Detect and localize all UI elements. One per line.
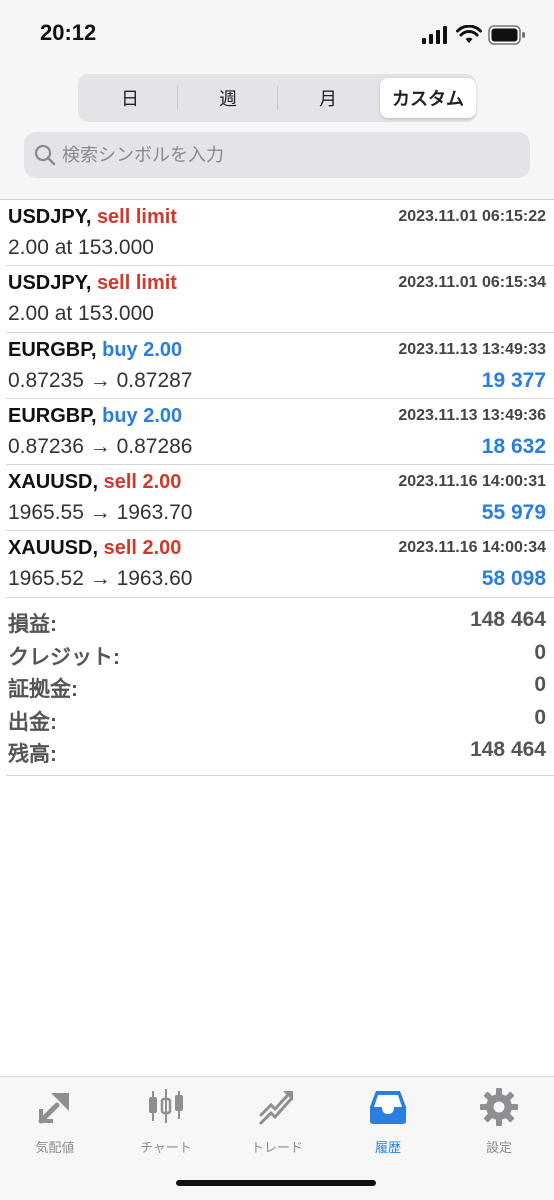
tab-trade[interactable]: トレード: [222, 1087, 332, 1155]
order-profit: 58 098: [481, 567, 546, 591]
order-profit: 55 979: [481, 501, 546, 525]
order-date: 2023.11.13 13:49:33: [398, 340, 546, 358]
summary-row-profit: 損益: 148 464: [6, 606, 554, 639]
summary-label: 損益:: [8, 613, 57, 636]
status-bar: 20:12: [0, 0, 554, 66]
tab-custom[interactable]: カスタム: [380, 78, 476, 118]
order-row[interactable]: USDJPY, sell limit 2023.11.01 06:15:22 2…: [6, 200, 554, 267]
battery-icon: [488, 25, 525, 45]
wifi-icon: [456, 25, 482, 43]
status-icons: [422, 24, 532, 46]
order-type: buy 2.00: [102, 404, 183, 427]
summary-value: 0: [534, 673, 546, 697]
history-list: USDJPY, sell limit 2023.11.01 06:15:22 2…: [0, 200, 554, 598]
tab-label: 履歴: [374, 1140, 401, 1155]
search-input[interactable]: [62, 132, 512, 178]
order-symbol: EURGBP,: [8, 338, 97, 361]
summary-row-credit: クレジット: 0: [6, 639, 554, 672]
settings-icon: [480, 1088, 518, 1126]
tab-history[interactable]: 履歴: [333, 1087, 443, 1155]
order-detail: 1965.52 → 1963.60: [8, 567, 193, 591]
tab-week[interactable]: 週: [180, 78, 276, 118]
header-area: 20:12 日 週 月 カスタム: [0, 0, 554, 200]
history-icon: [370, 1091, 406, 1124]
summary-value: 148 464: [470, 738, 546, 762]
summary-label: クレジット:: [8, 645, 120, 669]
order-symbol: USDJPY,: [8, 206, 92, 228]
summary-row-balance: 残高: 148 464: [6, 736, 554, 769]
summary-label: 証拠金:: [8, 678, 78, 702]
order-date: 2023.11.16 14:00:34: [398, 539, 546, 557]
order-date: 2023.11.01 06:15:34: [398, 274, 546, 292]
order-symbol: XAUUSD,: [8, 537, 99, 560]
status-time: 20:12: [40, 20, 97, 45]
order-row[interactable]: XAUUSD, sell 2.00 2023.11.16 14:00:31 19…: [6, 465, 554, 532]
summary-value: 148 464: [470, 608, 546, 631]
tab-quotes[interactable]: 気配値: [0, 1087, 110, 1155]
trade-icon: [259, 1091, 293, 1125]
period-segmented-control: 日 週 月 カスタム: [78, 74, 476, 122]
summary-value: 0: [534, 640, 546, 664]
order-date: 2023.11.16 14:00:31: [398, 473, 546, 491]
order-detail: 0.87236 → 0.87286: [8, 434, 193, 458]
order-profit: 19 377: [481, 368, 546, 392]
tab-day[interactable]: 日: [82, 78, 178, 118]
cellular-signal-icon: [422, 26, 448, 44]
tab-settings[interactable]: 設定: [444, 1087, 554, 1155]
segment-divider: [277, 86, 278, 110]
order-detail: 1965.55 → 1963.70: [8, 501, 193, 525]
quotes-icon: [38, 1093, 69, 1124]
chart-icon: [149, 1089, 183, 1123]
tab-label: 気配値: [35, 1140, 75, 1155]
order-type: sell 2.00: [103, 537, 182, 560]
order-symbol: EURGBP,: [8, 404, 97, 427]
order-date: 2023.11.01 06:15:22: [398, 208, 546, 225]
order-type: sell limit: [96, 272, 177, 295]
order-type: sell 2.00: [103, 471, 182, 494]
summary-value: 0: [534, 705, 546, 729]
tab-label: チャート: [140, 1140, 192, 1155]
order-type: sell limit: [96, 206, 177, 228]
order-row[interactable]: USDJPY, sell limit 2023.11.01 06:15:34 2…: [6, 266, 554, 333]
tab-label: 設定: [485, 1140, 512, 1155]
order-detail: 2.00 at 153.000: [8, 236, 154, 259]
order-symbol: USDJPY,: [8, 272, 92, 295]
home-indicator: [176, 1180, 376, 1186]
order-row[interactable]: EURGBP, buy 2.00 2023.11.13 13:49:33 0.8…: [6, 333, 554, 399]
order-date: 2023.11.13 13:49:36: [398, 406, 546, 424]
order-detail: 0.87235 → 0.87287: [8, 368, 193, 392]
summary-label: 残高:: [8, 743, 57, 767]
segment-divider: [177, 86, 178, 110]
order-detail: 2.00 at 153.000: [8, 302, 154, 326]
summary-row-withdrawal: 出金: 0: [6, 704, 554, 737]
tab-chart[interactable]: チャート: [111, 1087, 221, 1155]
tab-month[interactable]: 月: [280, 78, 376, 118]
summary-row-margin: 証拠金: 0: [6, 671, 554, 704]
order-profit: 18 632: [481, 434, 546, 458]
order-row[interactable]: EURGBP, buy 2.00 2023.11.13 13:49:36 0.8…: [6, 399, 554, 466]
summary-label: 出金:: [8, 710, 57, 734]
tab-label: トレード: [250, 1140, 303, 1155]
search-bar: [24, 132, 530, 178]
order-type: buy 2.00: [102, 338, 183, 361]
order-row[interactable]: XAUUSD, sell 2.00 2023.11.16 14:00:34 19…: [6, 531, 554, 598]
order-symbol: XAUUSD,: [8, 471, 99, 494]
account-summary: 損益: 148 464 クレジット: 0 証拠金: 0 出金: 0 残高: 14…: [6, 606, 554, 776]
search-icon: [34, 144, 56, 166]
